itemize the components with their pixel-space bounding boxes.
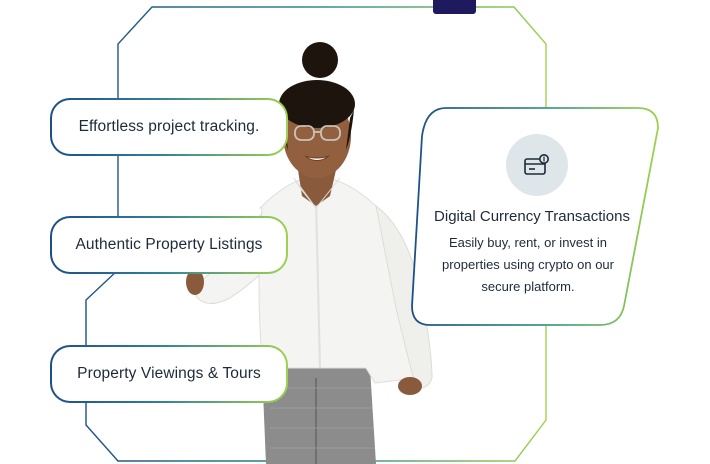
feature-showcase: Effortless project tracking. Authentic P… [0, 0, 710, 464]
feature-label: Property Viewings & Tours [77, 365, 261, 382]
feature-label: Effortless project tracking. [78, 118, 260, 135]
digital-currency-card: Digital Currency Transactions Easily buy… [410, 106, 660, 328]
feature-card-property-listings: Authentic Property Listings [50, 216, 288, 274]
crypto-card-icon [506, 134, 568, 196]
card-description: Easily buy, rent, or invest in propertie… [442, 235, 614, 294]
frame-tab-marker [433, 0, 476, 14]
feature-card-project-tracking: Effortless project tracking. [50, 98, 288, 156]
feature-card-viewings-tours: Property Viewings & Tours [50, 345, 288, 403]
feature-label: Authentic Property Listings [75, 236, 263, 253]
card-title: Digital Currency Transactions [434, 208, 630, 225]
